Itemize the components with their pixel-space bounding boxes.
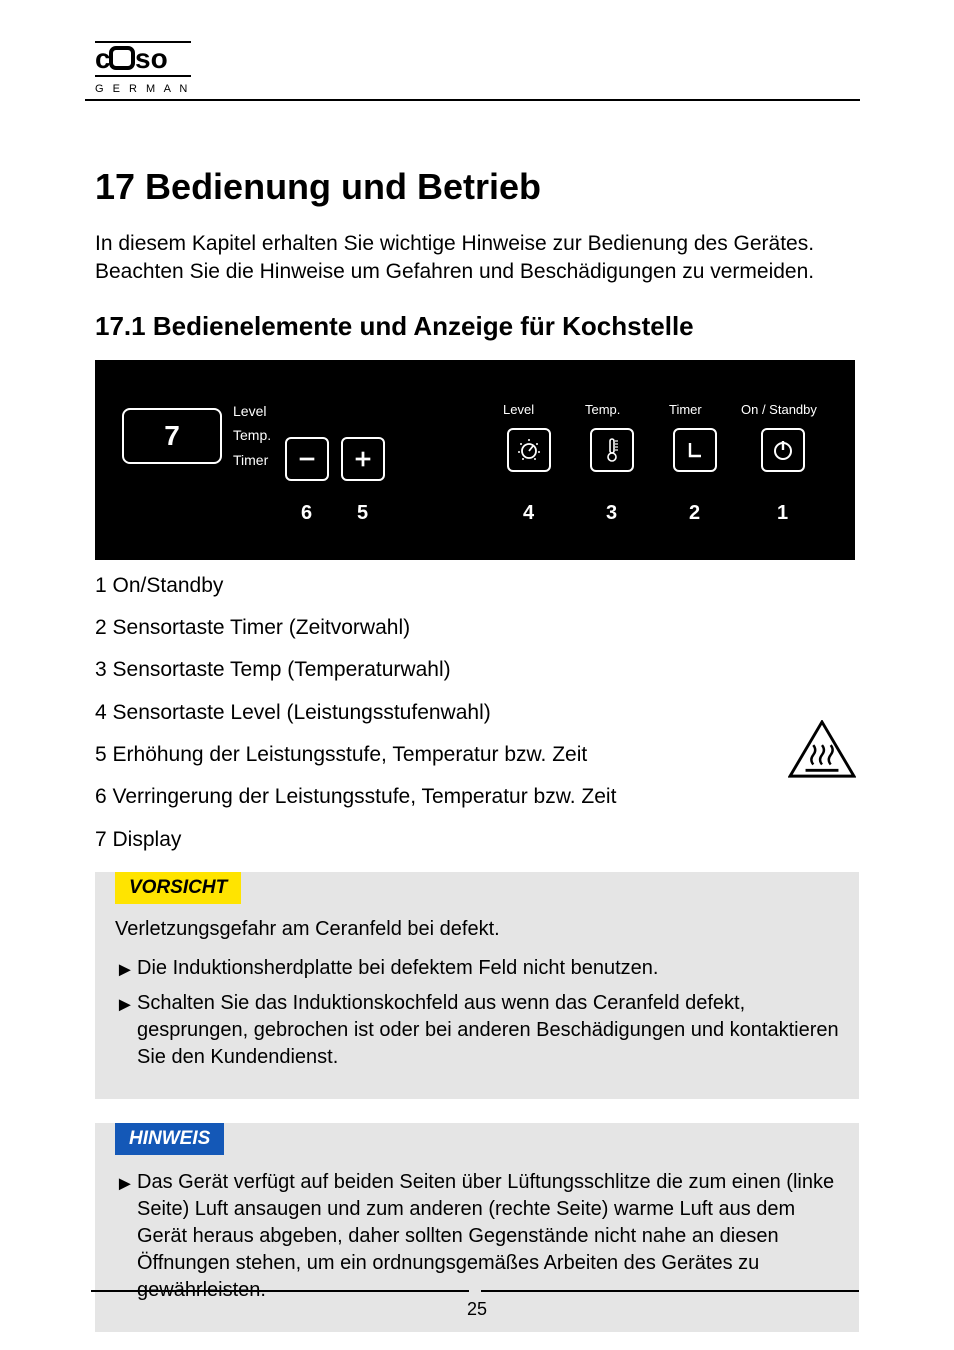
legend-5: 5 Erhöhung der Leistungsstufe, Temperatu…	[95, 741, 859, 769]
caution-bullet: ►Die Induktionsherdplatte bei defektem F…	[115, 955, 839, 984]
onstandby-label: On / Standby	[741, 402, 817, 417]
callout-4: 4	[523, 502, 534, 525]
onstandby-button	[761, 428, 805, 472]
callout-3: 3	[606, 502, 617, 525]
note-tag: HINWEIS	[115, 1123, 224, 1155]
page-number: 25	[0, 1299, 954, 1320]
display-mode-labels: Level Temp. Timer	[233, 400, 271, 474]
legend-4: 4 Sensortaste Level (Leistungsstufenwahl…	[95, 699, 859, 727]
timer-button	[673, 428, 717, 472]
subsection-heading: 17.1 Bedienelemente und Anzeige für Koch…	[95, 311, 859, 342]
legend-7: 7 Display	[95, 826, 859, 854]
footer-rule	[85, 1290, 865, 1292]
timer-label: Timer	[669, 402, 702, 417]
brand-logo: c so G E R M A N Y	[95, 40, 859, 96]
temp-label: Temp.	[585, 402, 620, 417]
legend-3: 3 Sensortaste Temp (Temperaturwahl)	[95, 656, 859, 684]
header-rule	[85, 99, 860, 101]
label-level: Level	[233, 400, 271, 424]
callout-6: 6	[301, 502, 312, 525]
plus-button	[341, 437, 385, 481]
intro-paragraph: In diesem Kapitel erhalten Sie wichtige …	[95, 230, 859, 287]
minus-button	[285, 437, 329, 481]
caution-bullet: ►Schalten Sie das Induktionskochfeld aus…	[115, 990, 839, 1071]
hot-surface-warning-icon	[788, 720, 856, 780]
callout-2: 2	[689, 502, 700, 525]
label-timer: Timer	[233, 449, 271, 473]
svg-text:c: c	[95, 43, 110, 74]
triangle-bullet-icon: ►	[115, 990, 137, 1071]
triangle-bullet-icon: ►	[115, 1169, 137, 1304]
note-bullet: ►Das Gerät verfügt auf beiden Seiten übe…	[115, 1169, 839, 1304]
svg-text:so: so	[135, 43, 168, 74]
triangle-bullet-icon: ►	[115, 955, 137, 984]
legend-1: 1 On/Standby	[95, 572, 859, 600]
level-button	[507, 428, 551, 472]
caution-lead: Verletzungsgefahr am Ceranfeld bei defek…	[115, 918, 839, 941]
callout-1: 1	[777, 502, 788, 525]
display-value: 7	[122, 408, 222, 464]
label-temp: Temp.	[233, 424, 271, 448]
section-heading: 17 Bedienung und Betrieb	[95, 166, 859, 208]
legend-2: 2 Sensortaste Timer (Zeitvorwahl)	[95, 614, 859, 642]
brand-subline: G E R M A N Y	[95, 83, 191, 95]
legend-6: 6 Verringerung der Leistungsstufe, Tempe…	[95, 783, 859, 811]
temp-button	[590, 428, 634, 472]
level-label: Level	[503, 402, 534, 417]
caution-box: VORSICHT Verletzungsgefahr am Ceranfeld …	[95, 872, 859, 1099]
caution-tag: VORSICHT	[115, 872, 241, 904]
callout-5: 5	[357, 502, 368, 525]
control-panel-illustration: 7 Level Temp. Timer Level	[95, 360, 855, 560]
